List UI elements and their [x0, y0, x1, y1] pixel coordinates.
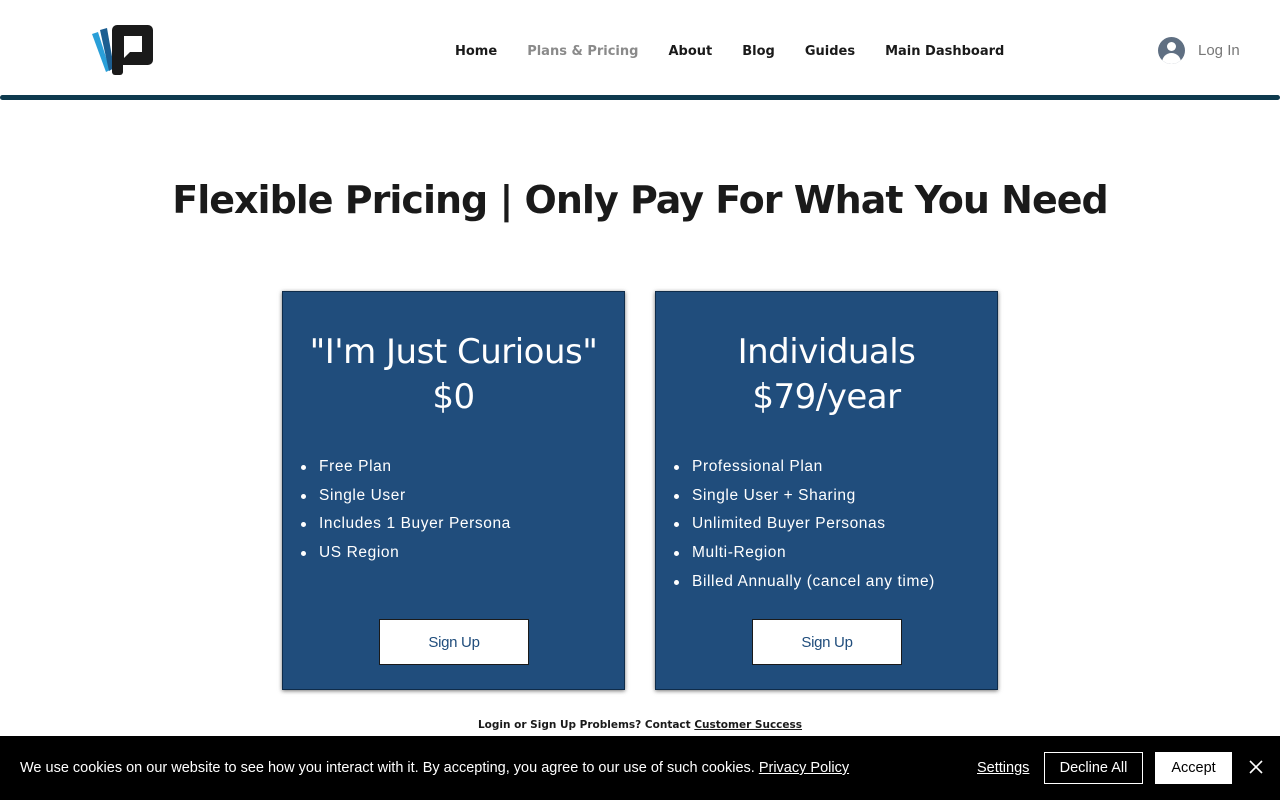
user-avatar-icon — [1158, 36, 1185, 64]
plan-feature: Professional Plan — [674, 453, 935, 482]
login-button[interactable]: Log In — [1158, 35, 1240, 65]
plan-feature: Billed Annually (cancel any time) — [674, 568, 935, 597]
plan-title: Individuals $79/year — [656, 330, 997, 420]
nav-blog[interactable]: Blog — [742, 44, 775, 59]
plan-name: Individuals — [737, 332, 916, 372]
header-divider — [0, 95, 1280, 100]
plan-card-free: "I'm Just Curious" $0 Free Plan Single U… — [282, 291, 625, 690]
main-nav: Home Plans & Pricing About Blog Guides M… — [440, 40, 1019, 62]
nav-plans-pricing[interactable]: Plans & Pricing — [527, 44, 638, 59]
decline-all-button[interactable]: Decline All — [1044, 752, 1143, 784]
plan-feature: Single User + Sharing — [674, 482, 935, 511]
site-header: Home Plans & Pricing About Blog Guides M… — [0, 0, 1280, 100]
login-label: Log In — [1198, 41, 1240, 59]
plan-price: $0 — [432, 377, 475, 417]
nav-main-dashboard[interactable]: Main Dashboard — [885, 44, 1004, 59]
cookie-message-text: We use cookies on our website to see how… — [20, 760, 759, 776]
plan-feature: Single User — [301, 482, 511, 511]
nav-guides[interactable]: Guides — [805, 44, 855, 59]
plan-feature-list: Free Plan Single User Includes 1 Buyer P… — [301, 453, 511, 568]
page-title: Flexible Pricing | Only Pay For What You… — [172, 178, 1108, 222]
plan-card-individuals: Individuals $79/year Professional Plan S… — [655, 291, 998, 690]
cookie-message: We use cookies on our website to see how… — [20, 760, 849, 776]
plan-feature: US Region — [301, 539, 511, 568]
plan-feature: Includes 1 Buyer Persona — [301, 510, 511, 539]
plan-feature: Free Plan — [301, 453, 511, 482]
cookie-settings-link[interactable]: Settings — [977, 760, 1029, 776]
plan-feature-list: Professional Plan Single User + Sharing … — [674, 453, 935, 597]
nav-about[interactable]: About — [668, 44, 712, 59]
close-icon[interactable] — [1247, 758, 1265, 776]
plan-title: "I'm Just Curious" $0 — [283, 330, 624, 420]
plan-name: "I'm Just Curious" — [309, 332, 598, 372]
customer-success-link[interactable]: Customer Success — [694, 719, 802, 731]
brand-logo-icon[interactable] — [90, 24, 156, 76]
signup-button-free[interactable]: Sign Up — [379, 619, 529, 665]
plan-price: $79/year — [752, 377, 901, 417]
plan-feature: Unlimited Buyer Personas — [674, 510, 935, 539]
cookie-banner: We use cookies on our website to see how… — [0, 736, 1280, 800]
privacy-policy-link[interactable]: Privacy Policy — [759, 760, 849, 776]
support-text: Login or Sign Up Problems? Contact — [477, 719, 695, 731]
signup-button-individuals[interactable]: Sign Up — [752, 619, 902, 665]
support-note: Login or Sign Up Problems? Contact Custo… — [0, 719, 1280, 731]
nav-home[interactable]: Home — [455, 44, 497, 59]
accept-button[interactable]: Accept — [1155, 752, 1232, 784]
plan-feature: Multi-Region — [674, 539, 935, 568]
